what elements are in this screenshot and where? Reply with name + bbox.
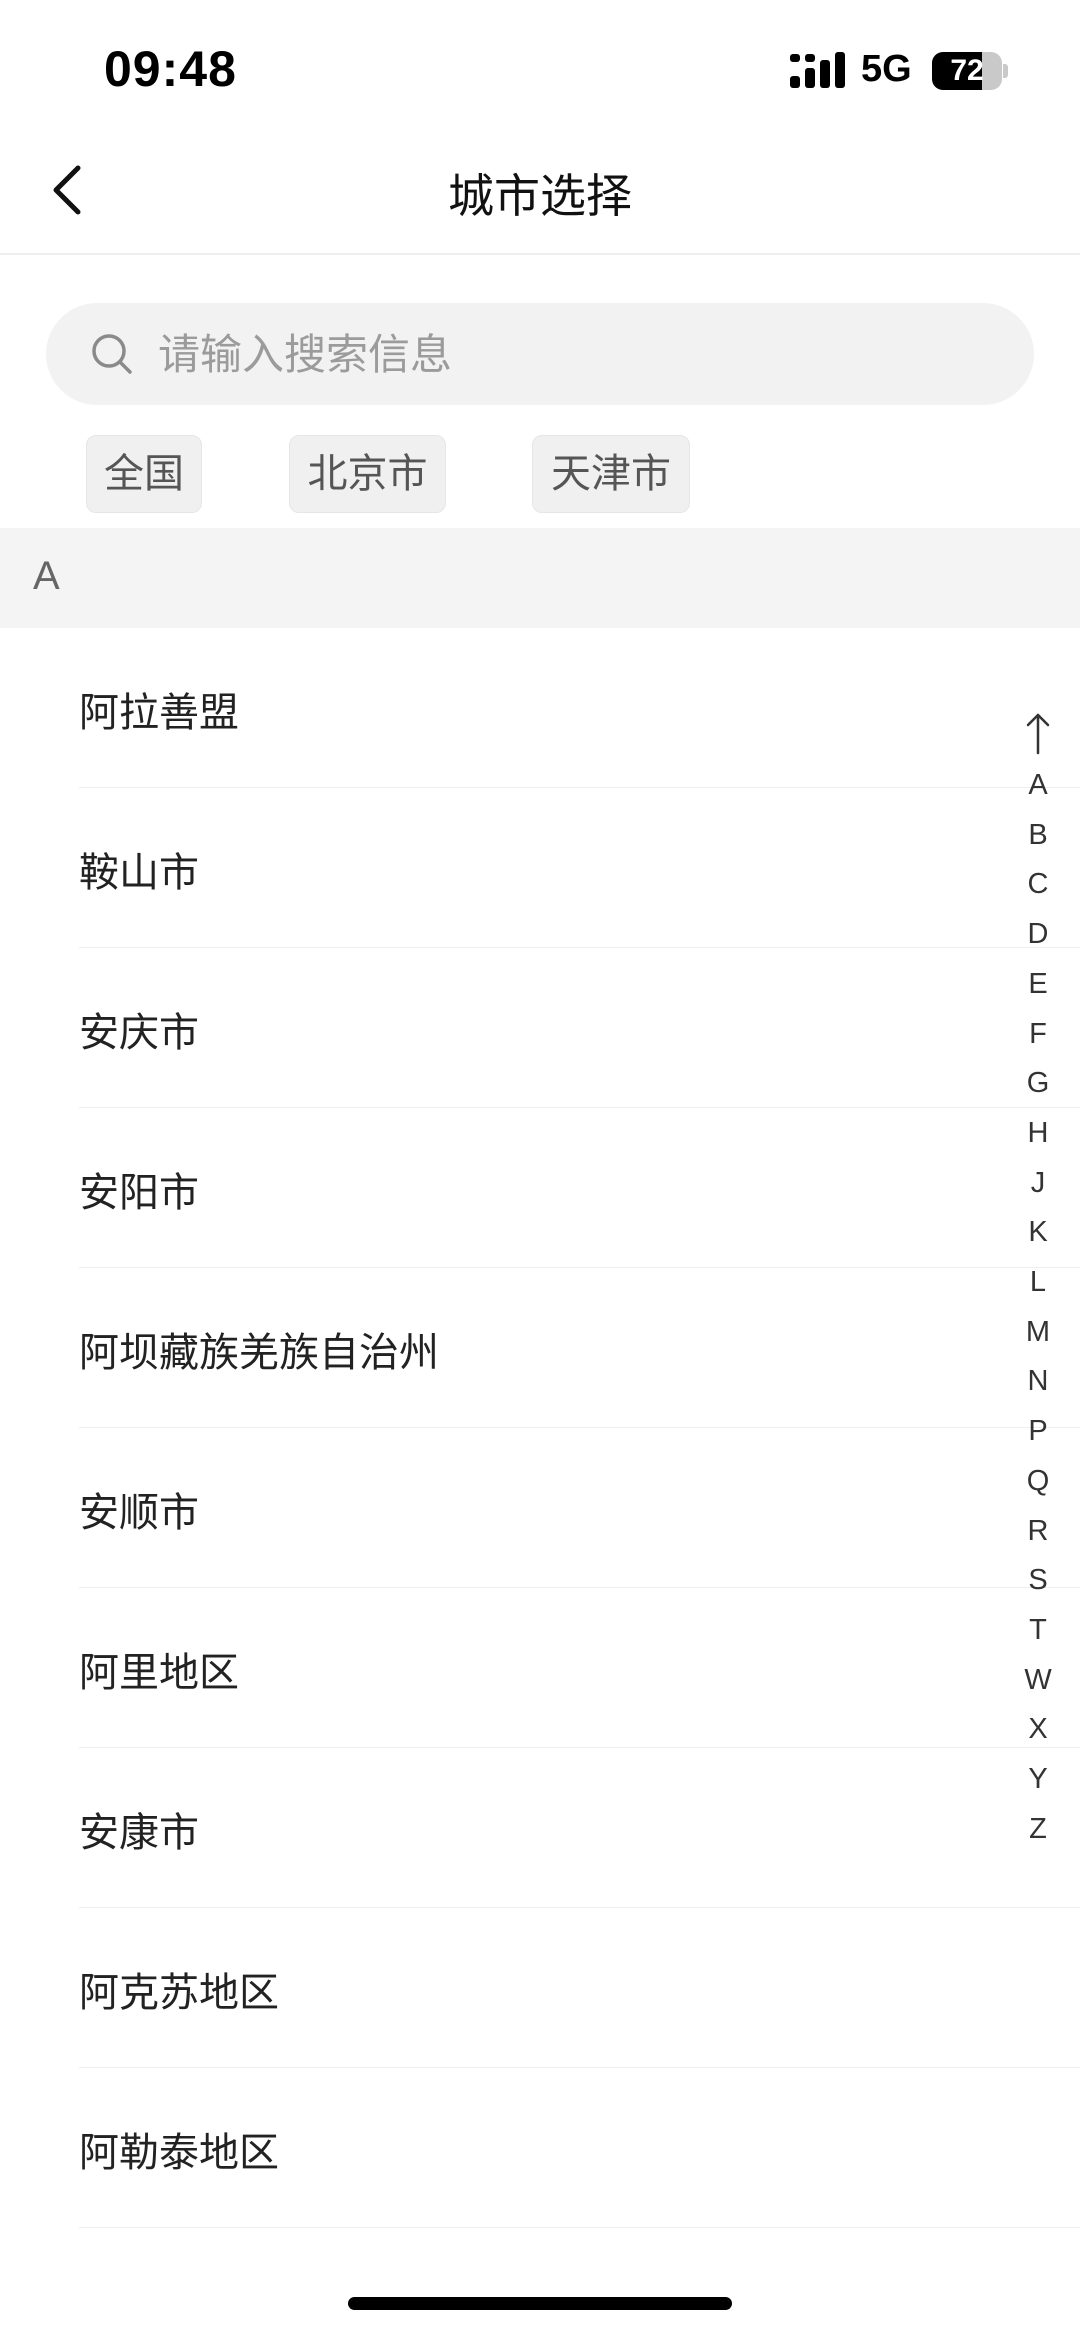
city-name: 安庆市	[79, 1010, 199, 1056]
home-indicator	[348, 2297, 732, 2310]
city-name: 鞍山市	[79, 850, 199, 896]
signal-icon	[790, 52, 845, 88]
city-list-item[interactable]: 安阳市	[0, 1108, 1080, 1268]
index-letter-q[interactable]: Q	[1012, 1464, 1064, 1498]
city-list-item[interactable]: 阿里地区	[0, 1588, 1080, 1748]
index-letter-p[interactable]: P	[1012, 1414, 1064, 1448]
quick-city-beijing[interactable]: 北京市	[289, 435, 446, 513]
index-letter-x[interactable]: X	[1012, 1712, 1064, 1746]
city-name: 阿坝藏族羌族自治州	[79, 1330, 439, 1376]
city-name: 阿勒泰地区	[79, 2130, 279, 2176]
search-input[interactable]	[158, 303, 998, 405]
city-list-item[interactable]: 阿拉善盟	[0, 628, 1080, 788]
page-title: 城市选择	[448, 169, 632, 223]
city-list-item[interactable]: 阿克苏地区	[0, 1908, 1080, 2068]
status-bar: 09:48 5G 72	[0, 0, 1080, 130]
index-letter-a[interactable]: A	[1012, 768, 1064, 802]
arrow-up-icon	[1026, 713, 1050, 755]
index-top-button[interactable]	[1012, 708, 1064, 758]
index-letter-t[interactable]: T	[1012, 1613, 1064, 1647]
index-letter-c[interactable]: C	[1012, 867, 1064, 901]
battery-cap	[1003, 64, 1008, 78]
city-name: 阿拉善盟	[79, 690, 239, 736]
city-list-item[interactable]: 鞍山市	[0, 788, 1080, 948]
city-name: 安顺市	[79, 1490, 199, 1536]
battery-level: 72	[950, 54, 984, 87]
quick-city-tianjin[interactable]: 天津市	[532, 435, 690, 513]
index-letter-j[interactable]: J	[1012, 1166, 1064, 1200]
network-label: 5G	[861, 48, 912, 90]
index-letter-d[interactable]: D	[1012, 917, 1064, 951]
index-letter-g[interactable]: G	[1012, 1066, 1064, 1100]
city-list-item[interactable]: 阿勒泰地区	[0, 2068, 1080, 2228]
city-name: 阿克苏地区	[79, 1970, 279, 2016]
city-list-item[interactable]: 安顺市	[0, 1428, 1080, 1588]
index-letter-e[interactable]: E	[1012, 967, 1064, 1001]
quick-city-nationwide[interactable]: 全国	[86, 435, 202, 513]
city-name: 阿里地区	[79, 1650, 239, 1696]
index-letter-k[interactable]: K	[1012, 1215, 1064, 1249]
city-list-item[interactable]: 阿坝藏族羌族自治州	[0, 1268, 1080, 1428]
index-letter-l[interactable]: L	[1012, 1265, 1064, 1299]
section-header: A	[0, 528, 1080, 628]
index-letter-n[interactable]: N	[1012, 1364, 1064, 1398]
search-box[interactable]	[46, 303, 1034, 405]
index-letter-m[interactable]: M	[1012, 1315, 1064, 1349]
city-name: 安阳市	[79, 1170, 199, 1216]
status-time: 09:48	[104, 41, 237, 97]
index-letter-h[interactable]: H	[1012, 1116, 1064, 1150]
search-icon	[92, 334, 132, 374]
index-letter-f[interactable]: F	[1012, 1017, 1064, 1051]
battery-body: 72	[932, 52, 1002, 90]
nav-bar: 城市选择	[0, 130, 1080, 255]
index-letter-w[interactable]: W	[1012, 1663, 1064, 1697]
city-list-item[interactable]: 安康市	[0, 1748, 1080, 1908]
index-letter-y[interactable]: Y	[1012, 1762, 1064, 1796]
index-letter-s[interactable]: S	[1012, 1563, 1064, 1597]
battery-icon: 72	[932, 52, 1008, 90]
index-letter-b[interactable]: B	[1012, 818, 1064, 852]
index-letter-z[interactable]: Z	[1012, 1812, 1064, 1846]
city-name: 安康市	[79, 1810, 199, 1856]
divider	[79, 2227, 1080, 2228]
city-list-item[interactable]: 安庆市	[0, 948, 1080, 1108]
city-list: 阿拉善盟 鞍山市 安庆市 安阳市 阿坝藏族羌族自治州 安顺市 阿里地区 安康市 …	[0, 628, 1080, 2228]
index-letter-r[interactable]: R	[1012, 1514, 1064, 1548]
section-letter: A	[33, 554, 60, 598]
